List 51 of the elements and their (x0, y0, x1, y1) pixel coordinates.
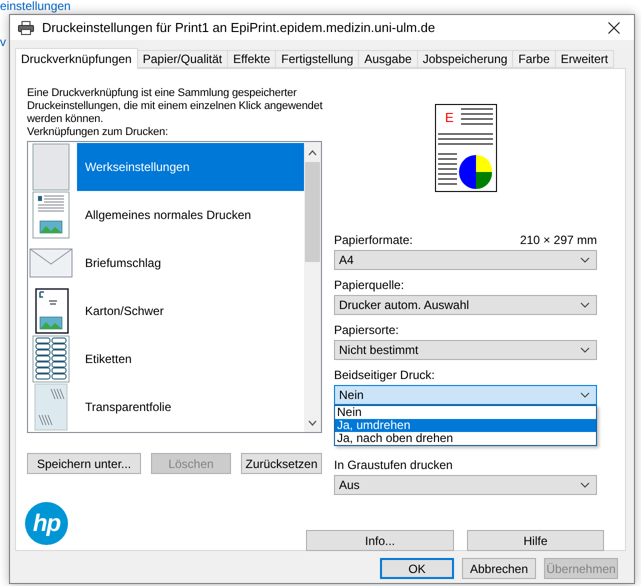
panel-button[interactable]: Hilfe (467, 530, 604, 551)
dialog-button[interactable]: Abbrechen (462, 558, 536, 579)
field-label: Papierquelle: (334, 278, 404, 292)
dropdown-option[interactable]: Ja, nach oben drehen (335, 432, 596, 445)
shortcut-option[interactable]: Briefumschlag (77, 239, 304, 287)
shortcut-button[interactable]: Speichern unter... (27, 453, 141, 474)
tab[interactable]: Ausgabe (358, 50, 418, 68)
shortcut-option[interactable]: Allgemeines normales Drucken (77, 191, 304, 239)
field-label: In Graustufen drucken (334, 458, 453, 472)
dropdown-option[interactable]: Nein (335, 406, 596, 419)
paper-size-text: 210 × 297 mm (520, 233, 597, 247)
tab[interactable]: Papier/Qualität (136, 50, 228, 68)
tab[interactable]: Druckverknüpfungen (15, 48, 138, 69)
chevron-down-icon (580, 347, 590, 353)
printer-icon (18, 20, 34, 34)
description-text: Eine Druckverknüpfung ist eine Sammlung gespeicherter Druckeinstellungen, die mit einem einzelnen Klick angewendet werden können. (27, 87, 324, 126)
logo: hp (25, 502, 68, 545)
dialog-button[interactable]: OK (380, 558, 454, 579)
dropdown[interactable]: Nein (334, 385, 597, 405)
shortcut-option[interactable]: Etiketten (77, 335, 304, 383)
dropdown[interactable]: Nicht bestimmt (334, 340, 597, 360)
shortcut-option[interactable]: Werkseinstellungen (77, 143, 304, 191)
field-label: Papierformate: (334, 233, 413, 247)
panel-button[interactable]: Info... (306, 530, 454, 551)
tab[interactable]: Fertigstellung (275, 50, 360, 68)
shortcut-option[interactable]: Transparentfolie (77, 383, 304, 431)
scroll-down-icon[interactable] (308, 418, 317, 428)
shortcut-option[interactable]: Karton/Schwer (77, 287, 304, 335)
close-icon (608, 22, 620, 34)
window-title: Druckeinstellungen für Print1 an EpiPrint.epidem.medizin.uni-ulm.de (42, 20, 436, 35)
dropdown[interactable]: A4 (334, 250, 597, 270)
field-label: Beidseitiger Druck: (334, 368, 435, 382)
page-preview-drawing: E (434, 104, 496, 192)
background-link[interactable]: einstellungen (0, 0, 71, 13)
scrollbar[interactable] (304, 142, 321, 432)
dropdown[interactable]: Aus (334, 475, 597, 495)
chevron-down-icon (580, 392, 590, 398)
scroll-up-icon[interactable] (308, 148, 317, 158)
tab[interactable]: Farbe (512, 50, 556, 68)
tab[interactable]: Erweitert (554, 50, 614, 68)
field-label: Papiersorte: (334, 323, 399, 337)
chevron-down-icon (580, 482, 590, 488)
tab[interactable]: Effekte (227, 50, 276, 68)
chevron-down-icon (580, 302, 590, 308)
background-link[interactable]: v (0, 36, 6, 49)
list-label: Verknüpfungen zum Drucken: (27, 126, 170, 139)
tab[interactable]: Jobspeicherung (416, 50, 514, 68)
chevron-down-icon (580, 257, 590, 263)
shortcut-button[interactable]: Zurücksetzen (241, 453, 322, 474)
dropdown-option[interactable]: Ja, umdrehen (335, 419, 596, 432)
dropdown[interactable]: Drucker autom. Auswahl (334, 295, 597, 315)
